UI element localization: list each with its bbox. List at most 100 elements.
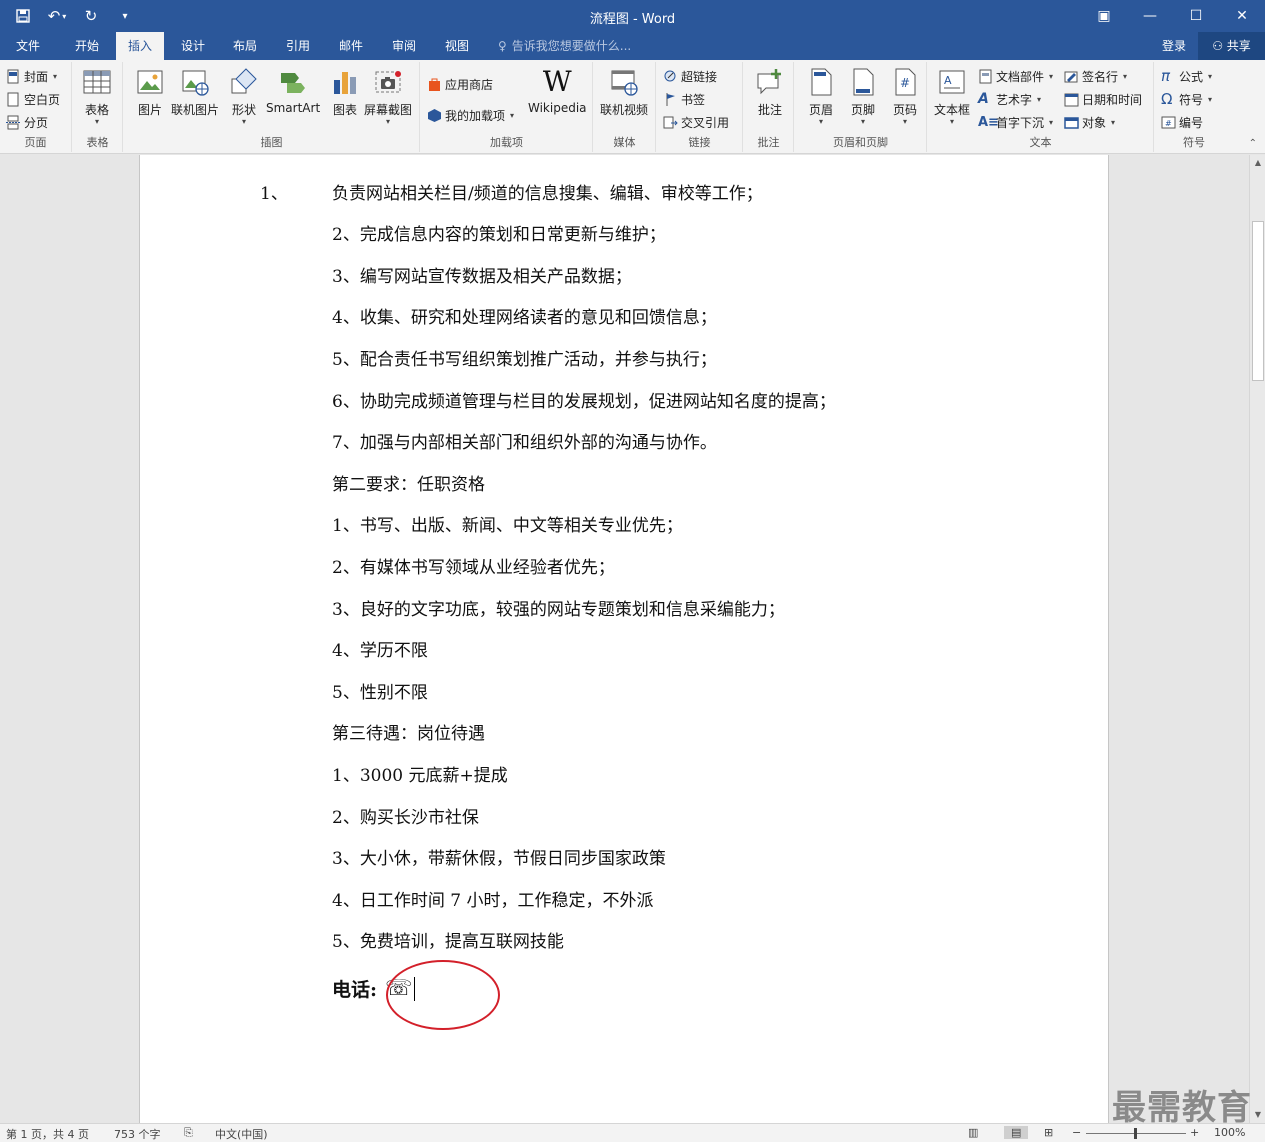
cross-reference-button[interactable]: 交叉引用: [663, 112, 729, 132]
tab-insert[interactable]: 插入: [116, 32, 164, 60]
read-mode-icon[interactable]: ▥: [968, 1126, 978, 1139]
print-layout-icon[interactable]: ▤: [1004, 1126, 1029, 1139]
object-button[interactable]: 对象 ▾: [1064, 112, 1115, 132]
group-links: 超链接 书签 交叉引用 链接: [657, 62, 743, 152]
page-break-button[interactable]: 分页: [6, 112, 48, 132]
group-label-pages: 页面: [24, 136, 47, 149]
signature-line-button[interactable]: 签名行 ▾: [1064, 66, 1127, 86]
header-button[interactable]: 页眉 ▾: [805, 66, 837, 126]
sign-in-link[interactable]: 登录: [1162, 32, 1186, 60]
text-box-button[interactable]: A 文本框 ▾: [934, 66, 970, 126]
drop-cap-button[interactable]: A≡ 首字下沉 ▾: [978, 112, 1053, 132]
document-page[interactable]: 1、 负责网站相关栏目/频道的信息搜集、编辑、审校等工作； 2、完成信息内容的策…: [139, 155, 1109, 1123]
paragraph: 负责网站相关栏目/频道的信息搜集、编辑、审校等工作；: [332, 184, 763, 204]
drop-cap-label: 首字下沉: [996, 115, 1045, 130]
tab-mailings[interactable]: 邮件: [328, 32, 374, 60]
screenshot-label: 屏幕截图: [364, 103, 413, 117]
wordart-button[interactable]: A 艺术字 ▾: [978, 89, 1041, 109]
number-button[interactable]: # 编号: [1161, 112, 1203, 132]
cross-reference-label: 交叉引用: [681, 115, 730, 130]
number-icon: #: [1161, 116, 1176, 128]
close-button[interactable]: ✕: [1219, 0, 1265, 32]
date-time-button[interactable]: 日期和时间: [1064, 89, 1142, 109]
shapes-icon: [231, 68, 257, 94]
wordart-label: 艺术字: [996, 92, 1033, 107]
shapes-label: 形状: [231, 103, 256, 117]
group-tables: 表格 ▾ 表格: [73, 62, 123, 152]
my-addins-button[interactable]: 我的加载项 ▾: [427, 105, 514, 125]
proofing-icon[interactable]: ⎘: [184, 1126, 193, 1140]
paragraph: 3、良好的文字功底，较强的网站专题策划和信息采编能力；: [332, 600, 785, 620]
person-icon: ⚇: [1212, 39, 1227, 53]
hyperlink-button[interactable]: 超链接: [663, 66, 717, 86]
word-count[interactable]: 753 个字: [114, 1126, 161, 1142]
share-label: 共享: [1226, 39, 1251, 53]
footer-button[interactable]: 页脚 ▾: [847, 66, 879, 126]
paragraph: 7、加强与内部相关部门和组织外部的沟通与协作。: [332, 433, 717, 453]
vertical-scrollbar[interactable]: ▲ ▼: [1249, 155, 1265, 1123]
minimize-button[interactable]: —: [1127, 0, 1173, 32]
language[interactable]: 中文(中国): [215, 1126, 268, 1142]
tab-design[interactable]: 设计: [170, 32, 216, 60]
zoom-out-icon[interactable]: −: [1072, 1126, 1081, 1139]
zoom-slider-thumb[interactable]: [1134, 1128, 1137, 1139]
scroll-up-icon[interactable]: ▲: [1250, 155, 1265, 171]
tab-view[interactable]: 视图: [434, 32, 480, 60]
store-button[interactable]: 应用商店: [427, 74, 493, 94]
blank-page-button[interactable]: 空白页: [6, 89, 60, 109]
tab-review[interactable]: 审阅: [381, 32, 427, 60]
pictures-button[interactable]: 图片: [134, 66, 166, 118]
group-pages: 封面 ▾ 空白页 分页 页面: [0, 62, 72, 152]
footer-label: 页脚: [850, 103, 875, 117]
paragraph: 1、3000 元底薪+提成: [332, 766, 508, 786]
page-number-button[interactable]: # 页码 ▾: [889, 66, 921, 126]
group-label-text: 文本: [1029, 136, 1052, 149]
shapes-button[interactable]: 形状 ▾: [228, 66, 260, 126]
number-label: 编号: [1179, 115, 1204, 130]
group-text: A 文本框 ▾ 文档部件 ▾ A 艺术字 ▾ A≡ 首字下沉 ▾ 签名行 ▾ 日期和时间…: [928, 62, 1154, 152]
maximize-button[interactable]: ☐: [1173, 0, 1219, 32]
web-layout-icon[interactable]: ⊞: [1044, 1126, 1053, 1139]
smartart-button[interactable]: SmartArt: [266, 66, 320, 115]
screenshot-button[interactable]: 屏幕截图 ▾: [364, 66, 412, 126]
store-label: 应用商店: [445, 77, 494, 92]
paragraph: 4、学历不限: [332, 641, 428, 661]
collapse-ribbon-icon[interactable]: ⌃: [1249, 138, 1257, 149]
equation-button[interactable]: π 公式 ▾: [1161, 66, 1212, 86]
group-label-illustrations: 插图: [260, 136, 283, 149]
new-comment-icon: [757, 69, 781, 95]
tab-references[interactable]: 引用: [275, 32, 321, 60]
symbol-label: 符号: [1179, 92, 1204, 107]
group-label-symbols: 符号: [1183, 136, 1205, 149]
wikipedia-button[interactable]: W Wikipedia: [528, 66, 587, 116]
paragraph: 6、协助完成频道管理与栏目的发展规划，促进网站知名度的提高；: [332, 392, 836, 412]
tell-me-box[interactable]: ♀ 告诉我您想要做什么...: [498, 32, 631, 60]
ribbon-display-options-icon[interactable]: ▣: [1081, 0, 1127, 32]
online-video-button[interactable]: 联机视频: [600, 66, 648, 118]
tab-file[interactable]: 文件: [4, 32, 52, 60]
smartart-label: SmartArt: [266, 101, 321, 115]
list-number: 1、: [260, 184, 288, 204]
group-header-footer: 页眉 ▾ 页脚 ▾ # 页码 ▾ 页眉和页脚: [795, 62, 927, 152]
tab-layout[interactable]: 布局: [222, 32, 268, 60]
ribbon-insert: 封面 ▾ 空白页 分页 页面 表格 ▾ 表格 图片 联机图片 形状 ▾ Smar…: [0, 60, 1265, 154]
wordart-icon: A: [978, 90, 989, 107]
chart-button[interactable]: 图表: [329, 66, 361, 118]
cover-page-button[interactable]: 封面 ▾: [6, 66, 57, 86]
date-time-label: 日期和时间: [1082, 92, 1143, 107]
quick-parts-icon: [979, 69, 992, 83]
share-button[interactable]: ⚇ 共享: [1198, 32, 1265, 60]
page-count[interactable]: 第 1 页，共 4 页: [6, 1126, 89, 1142]
bookmark-button[interactable]: 书签: [663, 89, 705, 109]
symbol-button[interactable]: Ω 符号 ▾: [1161, 89, 1212, 109]
header-icon: [811, 68, 832, 96]
quick-parts-button[interactable]: 文档部件 ▾: [978, 66, 1053, 86]
cover-page-icon: [7, 69, 19, 83]
tab-home[interactable]: 开始: [62, 32, 112, 60]
comment-button[interactable]: 批注: [754, 66, 786, 118]
scroll-down-icon[interactable]: ▼: [1250, 1107, 1265, 1123]
online-pictures-button[interactable]: 联机图片: [171, 66, 219, 118]
scroll-thumb[interactable]: [1252, 221, 1264, 381]
tell-me-placeholder: 告诉我您想要做什么...: [511, 39, 632, 53]
table-button[interactable]: 表格 ▾: [81, 66, 113, 126]
